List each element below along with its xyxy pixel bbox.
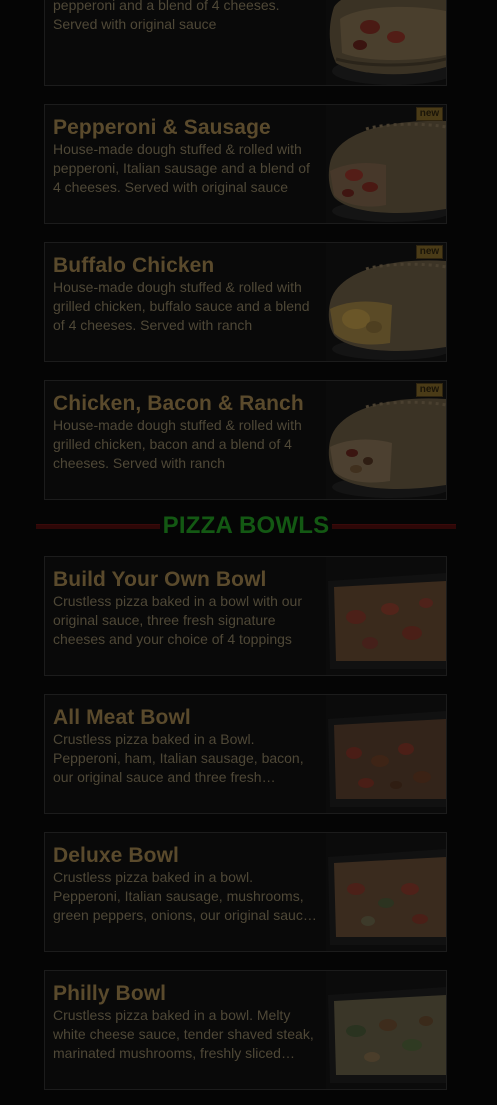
menu-item-card[interactable]: Deluxe Bowl Crustless pizza baked in a b…: [44, 832, 447, 952]
menu-item-description: House-made dough stuffed & rolled with p…: [53, 0, 280, 32]
menu-item-card[interactable]: Buffalo Chicken House-made dough stuffed…: [44, 242, 447, 362]
menu-item-card[interactable]: Build Your Own Bowl Crustless pizza bake…: [44, 556, 447, 676]
menu-item-text: All Meat Bowl Crustless pizza baked in a…: [53, 705, 317, 787]
menu-item-title: Deluxe Bowl: [53, 844, 179, 867]
pizza-bowl-photo[interactable]: [326, 695, 446, 813]
menu-item-text: Philly Bowl Crustless pizza baked in a b…: [53, 981, 317, 1063]
pizza-bowl-photo[interactable]: [326, 971, 446, 1089]
menu-item-title: Pepperoni & Sausage: [53, 116, 271, 139]
menu-item-description: Crustless pizza baked in a bowl with our…: [53, 593, 303, 647]
calzone-photo[interactable]: new: [326, 243, 446, 361]
menu-item-card[interactable]: Philly Bowl Crustless pizza baked in a b…: [44, 970, 447, 1090]
menu-item-text: Buffalo Chicken House-made dough stuffed…: [53, 253, 317, 335]
new-badge: new: [416, 245, 443, 259]
menu-item-text: Deluxe Bowl Crustless pizza baked in a b…: [53, 843, 317, 925]
calzone-photo[interactable]: new: [326, 105, 446, 223]
menu-page: House-made dough stuffed & rolled with p…: [0, 0, 497, 1105]
menu-item-card[interactable]: All Meat Bowl Crustless pizza baked in a…: [44, 694, 447, 814]
menu-item-description: House-made dough stuffed & rolled with g…: [53, 279, 310, 333]
menu-item-text: Pepperoni & Sausage House-made dough stu…: [53, 115, 317, 197]
menu-item-description: Crustless pizza baked in a bowl. Melty w…: [53, 1007, 314, 1061]
menu-item-description: House-made dough stuffed & rolled with p…: [53, 141, 310, 195]
section-title: PIZZA BOWLS: [162, 512, 330, 539]
calzone-photo[interactable]: new: [326, 381, 446, 499]
menu-item-description: Crustless pizza baked in a Bowl. Peppero…: [53, 731, 304, 785]
menu-item-title: Chicken, Bacon & Ranch: [53, 392, 304, 415]
new-badge: new: [416, 383, 443, 397]
menu-item-text: Chicken, Bacon & Ranch House-made dough …: [53, 391, 317, 473]
section-header-pizza-bowls: PIZZA BOWLS: [36, 510, 456, 544]
menu-item-title: All Meat Bowl: [53, 706, 191, 729]
menu-item-card[interactable]: Pepperoni & Sausage House-made dough stu…: [44, 104, 447, 224]
new-badge: new: [416, 107, 443, 121]
menu-item-description: Crustless pizza baked in a bowl. Peppero…: [53, 869, 311, 923]
menu-item-text: Build Your Own Bowl Crustless pizza bake…: [53, 567, 317, 649]
pizza-bowl-photo[interactable]: [326, 833, 446, 951]
pizza-bowl-photo[interactable]: [326, 557, 446, 675]
menu-item-description: House-made dough stuffed & rolled with g…: [53, 417, 302, 471]
calzone-photo[interactable]: [326, 0, 446, 85]
menu-item-title: Buffalo Chicken: [53, 254, 215, 277]
menu-item-title: Build Your Own Bowl: [53, 568, 267, 591]
menu-item-card[interactable]: House-made dough stuffed & rolled with p…: [44, 0, 447, 86]
menu-item-title: Philly Bowl: [53, 982, 167, 1005]
menu-item-card[interactable]: Chicken, Bacon & Ranch House-made dough …: [44, 380, 447, 500]
menu-item-text: House-made dough stuffed & rolled with p…: [53, 0, 317, 34]
